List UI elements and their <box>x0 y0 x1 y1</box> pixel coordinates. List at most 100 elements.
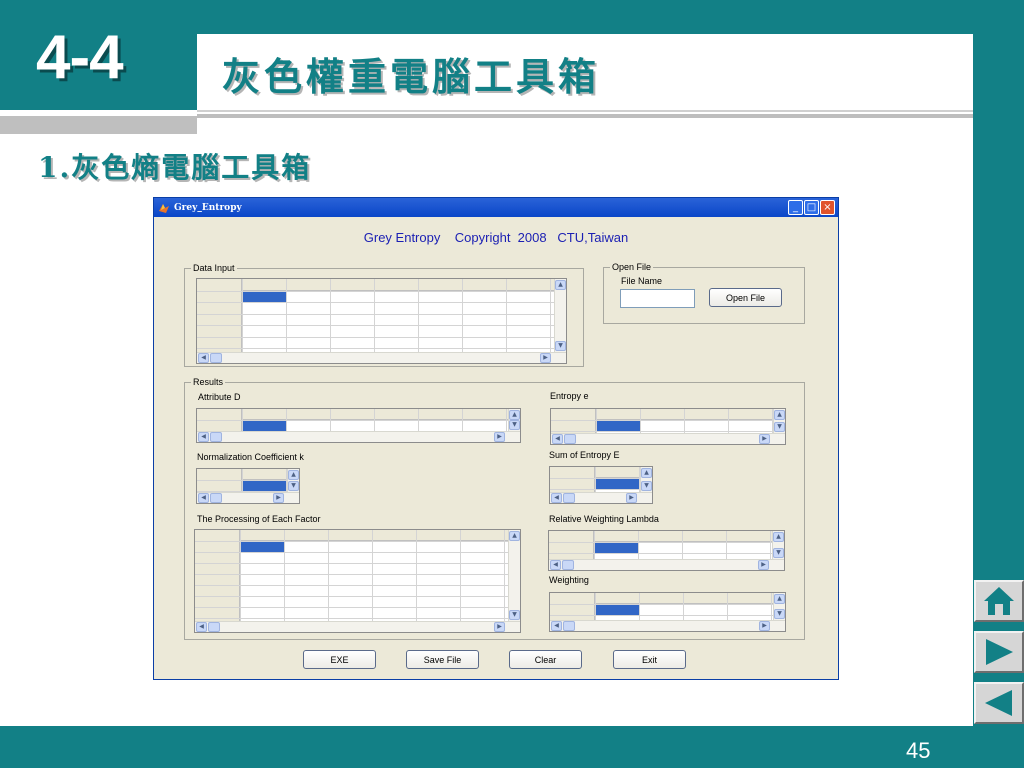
scroll-up-icon[interactable]: ▲ <box>509 531 520 541</box>
scroll-down-icon[interactable]: ▼ <box>509 610 520 620</box>
horizontal-scrollbar[interactable]: ◀ ▶ <box>551 433 785 444</box>
selected-cell[interactable] <box>596 605 639 615</box>
scroll-right-icon[interactable]: ▶ <box>494 432 505 442</box>
horizontal-scrollbar[interactable]: ◀ ▶ <box>197 492 299 503</box>
scroll-thumb[interactable] <box>210 432 222 442</box>
scroll-left-icon[interactable]: ◀ <box>198 432 209 442</box>
scroll-up-icon[interactable]: ▲ <box>773 532 784 542</box>
data-input-table[interactable]: ▲ ▼ ◀ ▶ <box>196 278 567 364</box>
exe-button[interactable]: EXE <box>303 650 376 669</box>
window-titlebar[interactable]: Grey_Entropy _ □ × <box>154 198 838 217</box>
horizontal-scrollbar[interactable]: ◀ ▶ <box>550 620 785 631</box>
scroll-down-icon[interactable]: ▼ <box>641 481 652 491</box>
maximize-button[interactable]: □ <box>804 200 819 215</box>
grid-vline <box>418 279 419 352</box>
grid-vline <box>242 279 243 352</box>
scroll-right-icon[interactable]: ▶ <box>759 621 770 631</box>
scroll-thumb[interactable] <box>563 621 575 631</box>
scroll-left-icon[interactable]: ◀ <box>550 560 561 570</box>
minimize-button[interactable]: _ <box>788 200 803 215</box>
scroll-thumb[interactable] <box>210 353 222 363</box>
scroll-left-icon[interactable]: ◀ <box>196 622 207 632</box>
scroll-down-icon[interactable]: ▼ <box>555 341 566 351</box>
clear-button[interactable]: Clear <box>509 650 582 669</box>
file-name-input[interactable] <box>620 289 695 308</box>
scroll-right-icon[interactable]: ▶ <box>494 622 505 632</box>
weighting-table[interactable]: ▲ ▼ ◀ ▶ <box>549 592 786 632</box>
scroll-left-icon[interactable]: ◀ <box>552 434 563 444</box>
window-title: Grey_Entropy <box>174 202 242 213</box>
scroll-up-icon[interactable]: ▲ <box>774 410 785 420</box>
vertical-scrollbar[interactable]: ▲ ▼ <box>640 467 652 492</box>
scroll-up-icon[interactable]: ▲ <box>555 280 566 290</box>
grid-vline <box>330 409 331 431</box>
vertical-scrollbar[interactable]: ▲ ▼ <box>772 531 784 559</box>
scroll-thumb[interactable] <box>562 560 574 570</box>
scroll-down-icon[interactable]: ▼ <box>774 422 785 432</box>
selected-cell[interactable] <box>597 421 640 431</box>
scroll-up-icon[interactable]: ▲ <box>641 468 652 478</box>
scroll-right-icon[interactable]: ▶ <box>273 493 284 503</box>
selected-cell[interactable] <box>596 479 639 489</box>
scroll-right-icon[interactable]: ▶ <box>540 353 551 363</box>
normalization-k-table[interactable]: ▲ ▼ ◀ ▶ <box>196 468 300 504</box>
scroll-left-icon[interactable]: ◀ <box>198 493 209 503</box>
vertical-scrollbar[interactable]: ▲ ▼ <box>773 593 785 620</box>
home-nav-button[interactable] <box>974 580 1024 622</box>
grid-hline <box>550 604 773 605</box>
play-left-icon <box>985 690 1012 716</box>
section-number: 4-4 <box>36 23 124 92</box>
vertical-scrollbar[interactable]: ▲ ▼ <box>554 279 566 352</box>
scroll-thumb[interactable] <box>563 493 575 503</box>
scroll-right-icon[interactable]: ▶ <box>759 434 770 444</box>
vertical-scrollbar[interactable]: ▲ ▼ <box>773 409 785 433</box>
grid-vline <box>728 409 729 433</box>
processing-factor-table[interactable]: ▲ ▼ ◀ ▶ <box>194 529 521 633</box>
scroll-up-icon[interactable]: ▲ <box>774 594 785 604</box>
sum-entropy-table[interactable]: ▲ ▼ ◀ ▶ <box>549 466 653 504</box>
slide-title: 灰色權重電腦工具箱 <box>222 54 601 99</box>
scroll-down-icon[interactable]: ▼ <box>773 548 784 558</box>
scroll-right-icon[interactable]: ▶ <box>626 493 637 503</box>
save-file-button[interactable]: Save File <box>406 650 479 669</box>
relative-lambda-table[interactable]: ▲ ▼ ◀ ▶ <box>548 530 785 571</box>
next-nav-button[interactable] <box>974 631 1024 673</box>
attribute-d-table[interactable]: ▲ ▼ ◀ ▶ <box>196 408 521 443</box>
open-file-button[interactable]: Open File <box>709 288 782 307</box>
play-right-icon <box>986 639 1013 665</box>
scroll-up-icon[interactable]: ▲ <box>509 410 520 420</box>
selected-cell[interactable] <box>243 481 286 491</box>
horizontal-scrollbar[interactable]: ◀ ▶ <box>197 431 520 442</box>
prev-nav-button[interactable] <box>974 682 1024 724</box>
selected-cell[interactable] <box>243 291 286 302</box>
vertical-scrollbar[interactable]: ▲ ▼ <box>508 409 520 431</box>
scroll-down-icon[interactable]: ▼ <box>509 420 520 430</box>
selected-cell[interactable] <box>241 542 284 552</box>
scroll-left-icon[interactable]: ◀ <box>551 493 562 503</box>
grid-vline <box>683 593 684 620</box>
scroll-thumb[interactable] <box>564 434 576 444</box>
vertical-scrollbar[interactable]: ▲ ▼ <box>508 530 520 621</box>
entropy-e-table[interactable]: ▲ ▼ ◀ ▶ <box>550 408 786 445</box>
scroll-left-icon[interactable]: ◀ <box>198 353 209 363</box>
exit-button[interactable]: Exit <box>613 650 686 669</box>
scroll-down-icon[interactable]: ▼ <box>774 609 785 619</box>
grid-vline <box>506 279 507 352</box>
scroll-down-icon[interactable]: ▼ <box>288 481 299 491</box>
grid-hline <box>195 574 508 575</box>
close-button[interactable]: × <box>820 200 835 215</box>
horizontal-scrollbar[interactable]: ◀ ▶ <box>549 559 784 570</box>
vertical-scrollbar[interactable]: ▲ ▼ <box>287 469 299 492</box>
scroll-left-icon[interactable]: ◀ <box>551 621 562 631</box>
scroll-thumb[interactable] <box>208 622 220 632</box>
selected-cell[interactable] <box>243 421 286 431</box>
horizontal-scrollbar[interactable]: ◀ ▶ <box>197 352 566 363</box>
horizontal-scrollbar[interactable]: ◀ ▶ <box>195 621 520 632</box>
grid-vline <box>638 531 639 559</box>
scroll-up-icon[interactable]: ▲ <box>288 470 299 480</box>
scroll-thumb[interactable] <box>210 493 222 503</box>
selected-cell[interactable] <box>595 543 638 553</box>
scroll-right-icon[interactable]: ▶ <box>758 560 769 570</box>
grid-hline <box>549 553 772 554</box>
horizontal-scrollbar[interactable]: ◀ ▶ <box>550 492 652 503</box>
